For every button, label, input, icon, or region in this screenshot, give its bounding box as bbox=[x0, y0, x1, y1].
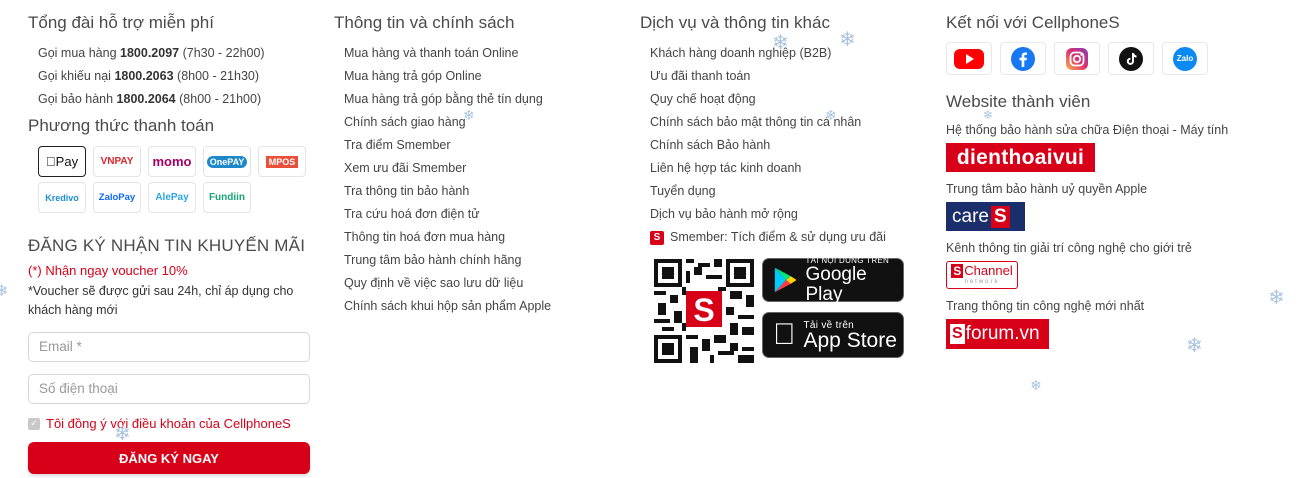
instagram-link[interactable] bbox=[1054, 42, 1100, 75]
policy-link[interactable]: Chính sách khui hộp sản phẩm Apple bbox=[334, 295, 624, 318]
momo-logo[interactable]: momo bbox=[148, 146, 196, 177]
agree-checkbox[interactable]: ✓ bbox=[28, 417, 40, 430]
snowflake-icon: ❄ bbox=[983, 108, 994, 122]
snowflake-icon: ❄ bbox=[463, 107, 475, 123]
store-badges: TẢI NỘI DUNG TRÊN Google Play  Tải về t… bbox=[762, 256, 904, 364]
policy-link[interactable]: Thông tin hoá đơn mua hàng bbox=[334, 226, 624, 249]
alepay-logo[interactable]: AlePay bbox=[148, 182, 196, 213]
dienthoaivui-logo[interactable]: dienthoaivui bbox=[946, 143, 1095, 172]
agree-label: Tôi đồng ý với điều khoản của CellphoneS bbox=[46, 416, 291, 431]
service-link[interactable]: Ưu đãi thanh toán bbox=[640, 65, 930, 88]
policy-link[interactable]: Tra cứu hoá đơn điện tử bbox=[334, 203, 624, 226]
google-play-button[interactable]: TẢI NỘI DUNG TRÊN Google Play bbox=[762, 256, 904, 304]
apple-icon:  bbox=[773, 320, 796, 350]
connect-title: Kết nối với CellphoneS bbox=[946, 13, 1120, 32]
zalo-link[interactable]: Zalo bbox=[1162, 42, 1208, 75]
fundiin-logo[interactable]: Fundiin bbox=[203, 182, 251, 213]
payment-title: Phương thức thanh toán bbox=[28, 116, 215, 135]
zalopay-logo[interactable]: ZaloPay bbox=[93, 182, 141, 213]
member-label: Hệ thống bảo hành sửa chữa Điện thoại - … bbox=[946, 123, 1229, 137]
mpos-logo[interactable]: MPOS bbox=[258, 146, 306, 177]
snowflake-icon: ❄ bbox=[1268, 287, 1285, 309]
service-link[interactable]: Dịch vụ bảo hành mở rộng bbox=[640, 203, 930, 226]
snowflake-icon: ❄ bbox=[114, 423, 131, 445]
snowflake-icon: ❄ bbox=[825, 107, 837, 123]
youtube-icon bbox=[954, 48, 984, 69]
subscribe-button[interactable]: ĐĂNG KÝ NGAY bbox=[28, 442, 310, 474]
policy-title: Thông tin và chính sách bbox=[334, 13, 515, 32]
services-links: Khách hàng doanh nghiệp (B2B) Ưu đãi tha… bbox=[640, 42, 930, 249]
google-play-icon bbox=[774, 267, 797, 293]
hotline-warranty[interactable]: Gọi bảo hành 1800.2064 (8h00 - 21h00) bbox=[28, 88, 318, 111]
tiktok-icon bbox=[1119, 46, 1143, 71]
instagram-icon bbox=[1066, 47, 1088, 70]
snowflake-icon: ❄ bbox=[0, 283, 9, 300]
services-title: Dịch vụ và thông tin khác bbox=[640, 13, 830, 32]
policy-link[interactable]: Tra thông tin bảo hành bbox=[334, 180, 624, 203]
hotline-complaint[interactable]: Gọi khiếu nại 1800.2063 (8h00 - 21h30) bbox=[28, 65, 318, 88]
policy-link[interactable]: Mua hàng trả góp Online bbox=[334, 65, 624, 88]
smember-icon: S bbox=[650, 230, 664, 245]
kredivo-logo[interactable]: Kredivo bbox=[38, 182, 86, 213]
support-title: Tổng đài hỗ trợ miễn phí bbox=[28, 13, 214, 32]
sforum-logo[interactable]: Sforum.vn bbox=[946, 319, 1049, 349]
facebook-link[interactable] bbox=[1000, 42, 1046, 75]
app-download: S TẢI NỘI DUNG TRÊN Google Play  T bbox=[654, 256, 904, 364]
newsletter-title: ĐĂNG KÝ NHẬN TIN KHUYẾN MÃI bbox=[28, 236, 306, 255]
members-title: Website thành viên bbox=[946, 92, 1091, 111]
member-label: Trung tâm bảo hành uỷ quyền Apple bbox=[946, 182, 1148, 196]
member-label: Trang thông tin công nghệ mới nhất bbox=[946, 299, 1145, 313]
member-label: Kênh thông tin giải trí công nghệ cho gi… bbox=[946, 241, 1192, 255]
voucher-text: (*) Nhận ngay voucher 10% bbox=[28, 263, 188, 278]
youtube-link[interactable] bbox=[946, 42, 992, 75]
snowflake-icon: ❄ bbox=[772, 32, 789, 54]
policy-link[interactable]: Quy định về việc sao lưu dữ liệu bbox=[334, 272, 624, 295]
snowflake-icon: ❄ bbox=[1186, 335, 1203, 357]
cares-logo[interactable]: care S bbox=[946, 202, 1025, 231]
policy-link[interactable]: Chính sách giao hàng bbox=[334, 111, 624, 134]
social-links: Zalo bbox=[946, 42, 1266, 75]
service-link[interactable]: Liên hệ hợp tác kinh doanh bbox=[640, 157, 930, 180]
facebook-icon bbox=[1011, 46, 1035, 71]
hotline-purchase[interactable]: Gọi mua hàng 1800.2097 (7h30 - 22h00) bbox=[28, 42, 318, 65]
tiktok-link[interactable] bbox=[1108, 42, 1154, 75]
policy-link[interactable]: Xem ưu đãi Smember bbox=[334, 157, 624, 180]
service-link[interactable]: Quy chế hoạt động bbox=[640, 88, 930, 111]
agree-terms[interactable]: ✓ Tôi đồng ý với điều khoản của Cellphon… bbox=[28, 416, 318, 431]
service-link[interactable]: Tuyển dụng bbox=[640, 180, 930, 203]
phone-input[interactable]: Số điện thoại bbox=[28, 374, 310, 404]
app-store-button[interactable]:  Tải về trên App Store bbox=[762, 312, 904, 358]
email-input[interactable]: Email * bbox=[28, 332, 310, 362]
applepay-logo[interactable]: Pay bbox=[38, 146, 86, 177]
policy-links: Mua hàng và thanh toán Online Mua hàng t… bbox=[334, 42, 624, 318]
service-link[interactable]: Chính sách Bảo hành bbox=[640, 134, 930, 157]
service-link[interactable]: Chính sách bảo mật thông tin cá nhân bbox=[640, 111, 930, 134]
svg-text:S: S bbox=[693, 292, 714, 328]
connect-column: Kết nối với CellphoneS Zalo Website thàn… bbox=[946, 12, 1266, 349]
smember-link[interactable]: S Smember: Tích điểm & sử dụng ưu đãi bbox=[640, 226, 930, 249]
snowflake-icon: ❄ bbox=[839, 29, 856, 51]
qr-code: S bbox=[654, 258, 754, 364]
policy-link[interactable]: Trung tâm bảo hành chính hãng bbox=[334, 249, 624, 272]
onepay-logo[interactable]: OnePAY bbox=[203, 146, 251, 177]
snowflake-icon: ❄ bbox=[1030, 377, 1042, 393]
voucher-note: *Voucher sẽ được gửi sau 24h, chỉ áp dụn… bbox=[28, 284, 294, 317]
policy-column: Thông tin và chính sách Mua hàng và than… bbox=[334, 12, 624, 318]
payment-methods: Pay VNPAY momo OnePAY MPOS Kredivo Zalo… bbox=[28, 146, 318, 213]
hotline-list: Gọi mua hàng 1800.2097 (7h30 - 22h00) Gọ… bbox=[28, 42, 318, 111]
policy-link[interactable]: Mua hàng và thanh toán Online bbox=[334, 42, 624, 65]
schannel-logo[interactable]: S Channel network bbox=[946, 261, 1018, 289]
policy-link[interactable]: Tra điểm Smember bbox=[334, 134, 624, 157]
support-column: Tổng đài hỗ trợ miễn phí Gọi mua hàng 18… bbox=[28, 12, 318, 474]
vnpay-logo[interactable]: VNPAY bbox=[93, 146, 141, 177]
policy-link[interactable]: Mua hàng trả góp bằng thẻ tín dụng bbox=[334, 88, 624, 111]
